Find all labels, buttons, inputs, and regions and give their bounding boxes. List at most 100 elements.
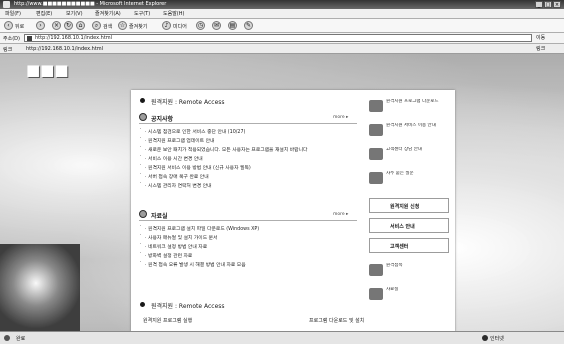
back-label[interactable]: 뒤로: [15, 23, 24, 30]
files-icon: [139, 210, 147, 218]
notice-more-link[interactable]: more ▸: [333, 115, 348, 120]
menu-favorites[interactable]: 즐겨찾기(A): [95, 10, 121, 17]
favorites-label[interactable]: 즐겨찾기: [129, 23, 147, 30]
right-item-label: 고객센터 상담 안내: [386, 147, 422, 152]
right-item[interactable]: 원격지원 서비스 이용 안내: [369, 122, 449, 142]
right-item[interactable]: 자료실: [369, 286, 449, 306]
list-item[interactable]: · 원격지원 프로그램 업데이트 안내: [139, 137, 359, 146]
guide-icon: [369, 124, 383, 136]
right-box[interactable]: 원격지원 신청: [369, 198, 449, 213]
page-content: ■■■ 원격지원 : Remote Access 공지사항 more ▸ · 시…: [0, 54, 564, 331]
right-item[interactable]: 원격접속: [369, 262, 449, 282]
toolbar: ‹ 뒤로 › × ↻ ⌂ ⌕ 검색 ☆ 즐겨찾기 ♪ 미디어 ◷ ✉ ▤ ✎: [0, 19, 564, 33]
site-logo[interactable]: ■■■: [26, 61, 69, 79]
files-more-link[interactable]: more ▸: [333, 212, 348, 217]
list-item[interactable]: · 방화벽 설정 관련 자료: [139, 252, 361, 261]
support-icon: [369, 148, 383, 160]
faq-icon: [369, 172, 383, 184]
list-item[interactable]: · 사용자 매뉴얼 및 설치 가이드 문서: [139, 234, 361, 243]
divider: [139, 220, 357, 221]
right-box-label: 원격지원 신청: [390, 204, 420, 210]
download-icon: [369, 100, 383, 112]
print-icon[interactable]: ▤: [228, 21, 237, 30]
right-item[interactable]: 고객센터 상담 안내: [369, 146, 449, 166]
page-done-icon: [4, 335, 10, 341]
right-box-label: 고객센터: [390, 244, 409, 250]
close-button[interactable]: ×: [553, 1, 561, 8]
run-program-link[interactable]: 원격지원 프로그램 실행: [143, 317, 192, 324]
links-item[interactable]: http://192.168.10.1/index.html: [26, 46, 103, 52]
right-item-label: 원격지원 프로그램 다운로드: [386, 99, 439, 104]
address-input[interactable]: http://192.168.10.1/index.html: [24, 34, 532, 42]
menu-bar: 파일(F) 편집(E) 보기(V) 즐겨찾기(A) 도구(T) 도움말(H): [0, 9, 564, 19]
internet-zone-icon: [482, 335, 488, 341]
menu-view[interactable]: 보기(V): [66, 10, 83, 17]
menu-help[interactable]: 도움말(H): [163, 10, 184, 17]
right-item-label: 자주 묻는 질문: [386, 171, 414, 176]
panel-header: 원격지원 : Remote Access: [151, 99, 225, 106]
files-icon: [369, 288, 383, 300]
status-bar: 완료 인터넷: [0, 331, 564, 344]
list-item[interactable]: · 시스템 점검으로 인한 서비스 중단 안내 (10/27): [139, 128, 359, 137]
menu-file[interactable]: 파일(F): [5, 10, 21, 17]
forward-icon[interactable]: ›: [36, 21, 45, 30]
list-item[interactable]: · 시스템 관리자 연락처 변경 안내: [139, 182, 359, 191]
panel-footer-header: 원격지원 : Remote Access: [151, 303, 225, 310]
address-bar: 주소(D) http://192.168.10.1/index.html 이동: [0, 33, 564, 44]
notice-title: 공지사항: [151, 116, 174, 123]
links-bar: 링크 http://192.168.10.1/index.html 링크: [0, 44, 564, 54]
right-item[interactable]: 원격지원 프로그램 다운로드: [369, 98, 449, 118]
list-item[interactable]: · 원격지원 서비스 이용 방법 안내 (신규 사용자 필독): [139, 164, 359, 173]
list-item[interactable]: · 원격지원 프로그램 설치 파일 다운로드 (Windows XP): [139, 225, 361, 234]
refresh-icon[interactable]: ↻: [64, 21, 73, 30]
list-item[interactable]: · 원격 접속 오류 발생 시 해결 방법 안내 자료 모음: [139, 261, 361, 270]
media-label[interactable]: 미디어: [173, 23, 187, 30]
header-bullet-icon: [140, 98, 145, 103]
maximize-button[interactable]: □: [544, 1, 552, 8]
notice-icon: [139, 113, 147, 121]
divider: [139, 123, 357, 124]
title-bar: http://www.■■■■■■■■■■■ - Microsoft Inter…: [0, 0, 564, 9]
zone-text: 인터넷: [490, 336, 504, 342]
right-item-label: 자료실: [386, 287, 399, 292]
media-icon[interactable]: ♪: [162, 21, 171, 30]
window-title: http://www.■■■■■■■■■■■ - Microsoft Inter…: [14, 1, 167, 7]
favorites-icon[interactable]: ☆: [118, 21, 127, 30]
list-item[interactable]: · 네트워크 설정 방법 안내 자료: [139, 243, 361, 252]
list-item[interactable]: · 서버 접속 장애 복구 완료 안내: [139, 173, 359, 182]
right-box-label: 서비스 안내: [390, 224, 415, 230]
right-item[interactable]: 자주 묻는 질문: [369, 170, 449, 190]
search-icon[interactable]: ⌕: [92, 21, 101, 30]
search-label[interactable]: 검색: [103, 23, 112, 30]
bottom-links: 원격지원 프로그램 실행 프로그램 다운로드 및 설치: [139, 315, 455, 331]
stop-icon[interactable]: ×: [52, 21, 61, 30]
ie-logo-icon: [3, 1, 10, 8]
menu-tools[interactable]: 도구(T): [134, 10, 150, 17]
minimize-button[interactable]: _: [535, 1, 543, 8]
window-controls: _ □ ×: [535, 1, 561, 8]
main-panel: 원격지원 : Remote Access 공지사항 more ▸ · 시스템 점…: [131, 90, 455, 331]
footer-bullet-icon: [140, 302, 145, 307]
right-item-label: 원격지원 서비스 이용 안내: [386, 123, 436, 128]
right-box[interactable]: 고객센터: [369, 238, 449, 253]
list-item[interactable]: · 서비스 이용 시간 변경 안내: [139, 155, 359, 164]
files-list: · 원격지원 프로그램 설치 파일 다운로드 (Windows XP) · 사용…: [139, 225, 361, 270]
edit-icon[interactable]: ✎: [244, 21, 253, 30]
mail-icon[interactable]: ✉: [212, 21, 221, 30]
right-box[interactable]: 서비스 안내: [369, 218, 449, 233]
menu-edit[interactable]: 편집(E): [36, 10, 52, 17]
address-label: 주소(D): [3, 36, 20, 42]
back-icon[interactable]: ‹: [4, 21, 13, 30]
list-item[interactable]: · 새로운 보안 패치가 적용되었습니다. 모든 사용자는 프로그램을 재설치 …: [139, 146, 359, 155]
files-title: 자료실: [151, 213, 168, 220]
notice-list: · 시스템 점검으로 인한 서비스 중단 안내 (10/27) · 원격지원 프…: [139, 128, 359, 191]
connect-icon: [369, 264, 383, 276]
status-text: 완료: [16, 336, 26, 342]
download-link[interactable]: 프로그램 다운로드 및 설치: [309, 317, 364, 324]
go-button[interactable]: 이동: [536, 34, 562, 42]
links-right-button[interactable]: 링크: [536, 45, 545, 52]
history-icon[interactable]: ◷: [196, 21, 205, 30]
decorative-photo: [0, 244, 80, 331]
right-item-label: 원격접속: [386, 263, 403, 268]
home-icon[interactable]: ⌂: [76, 21, 85, 30]
